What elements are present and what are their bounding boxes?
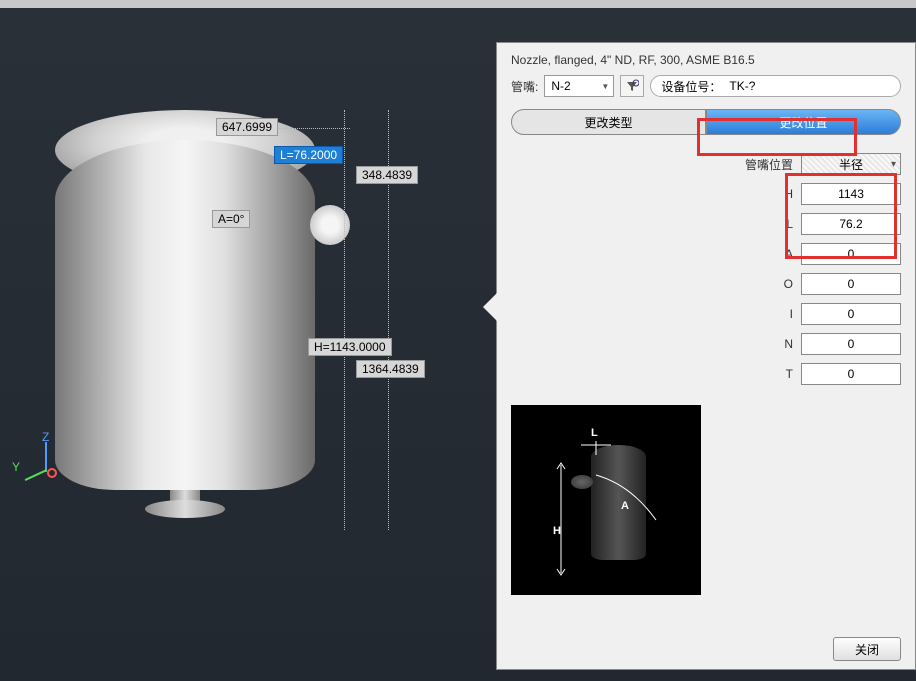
device-field[interactable]: 设备位号： TK-? [650, 75, 901, 97]
param-L-input[interactable]: 76.2 [801, 213, 901, 235]
nozzle-dropdown[interactable]: N-2 [544, 75, 614, 97]
param-L-label: L [786, 217, 793, 231]
change-type-button[interactable]: 更改类型 [511, 109, 706, 135]
vessel-shell [55, 140, 315, 490]
param-O-input[interactable]: 0 [801, 273, 901, 295]
param-I-input[interactable]: 0 [801, 303, 901, 325]
preview-diagram: H A L [511, 405, 701, 595]
param-N-label: N [784, 337, 793, 351]
dim-right-lower[interactable]: 1364.4839 [356, 360, 425, 378]
param-N-input[interactable]: 0 [801, 333, 901, 355]
param-A-label: A [785, 247, 793, 261]
param-T-input[interactable]: 0 [801, 363, 901, 385]
change-position-button[interactable]: 更改位置 [706, 109, 901, 135]
properties-panel: Nozzle, flanged, 4" ND, RF, 300, ASME B1… [496, 42, 916, 670]
panel-title: Nozzle, flanged, 4" ND, RF, 300, ASME B1… [497, 43, 915, 73]
param-T-label: T [786, 367, 793, 381]
close-button[interactable]: 关闭 [833, 637, 901, 661]
param-I-label: I [790, 307, 793, 321]
nozzle-label: 管嘴: [511, 78, 538, 95]
panel-arrow-icon [483, 293, 497, 321]
filter-icon-button[interactable] [620, 75, 644, 97]
device-label: 设备位号： [661, 78, 721, 95]
position-type-label: 管嘴位置 [745, 156, 793, 173]
dim-line [344, 110, 345, 530]
dim-H[interactable]: H=1143.0000 [308, 338, 392, 356]
vessel-bottom [145, 490, 225, 520]
param-H-label: H [784, 187, 793, 201]
dim-top[interactable]: 647.6999 [216, 118, 278, 136]
axis-y-label: Y [12, 460, 20, 474]
position-type-dropdown[interactable]: 半径 [801, 153, 901, 175]
device-value: TK-? [729, 79, 755, 93]
param-O-label: O [784, 277, 793, 291]
dim-A[interactable]: A=0° [212, 210, 250, 228]
dim-L[interactable]: L=76.2000 [274, 146, 343, 164]
axis-x-origin [47, 468, 57, 478]
top-strip [0, 0, 916, 8]
vessel-3d[interactable] [55, 110, 315, 510]
dim-right-upper[interactable]: 348.4839 [356, 166, 418, 184]
param-A-input[interactable]: 0 [801, 243, 901, 265]
param-H-input[interactable]: 1143 [801, 183, 901, 205]
